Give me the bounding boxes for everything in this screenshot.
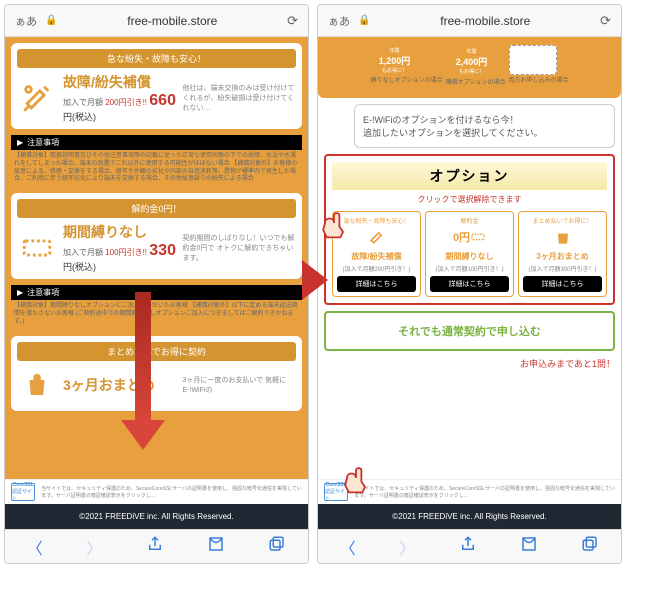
browser-bar: ぁあ 🔒 free-mobile.store ⟳ [318, 5, 621, 37]
card-header: 急な紛失・故障も安心！ [17, 49, 296, 68]
lock-icon: 🔒 [358, 15, 370, 26]
detail-button[interactable]: 詳細はこちら [523, 276, 602, 292]
opt-title: 期間縛りなし [430, 251, 509, 262]
opt-sub: (加入で月額300円引き！) [523, 264, 602, 273]
strike: 200円引き!! [105, 98, 147, 107]
opt-sub: (加入で月額200円引き！) [337, 264, 416, 273]
back-icon[interactable]: 〈 [340, 535, 356, 559]
option-card-nolock[interactable]: 解約金 0円 期間縛りなし (加入で月額100円引き！) 詳細はこちら [425, 211, 514, 297]
ticket-icon [470, 229, 486, 245]
ticket-icon [17, 228, 57, 268]
notice-header: ▶注意事項 [11, 285, 302, 300]
card-desc: 契約期間のしばりなし！いつでも解約金0円で オトクに解約できちゃいます。 [183, 233, 297, 263]
price-box: 年間2,400円もお得に！ [445, 45, 497, 77]
option-subtitle: クリックで選択解除できます [332, 194, 607, 205]
card-desc: 他社は、端末交換のみは受け付けてくれるが、紛失破損は受け付けてくれない… [183, 83, 297, 113]
ssl-logo: CoreSSL認証サイト [11, 483, 35, 501]
strike: 100円引き!! [105, 248, 147, 257]
page-content: 急な紛失・故障も安心！ 故障/紛失補償 加入で月額 200円引き!! 660 円(… [5, 37, 308, 479]
notice-body: 【補償対象】取扱説明書及びその他注意事項等の記載に従った正常な使用状態の下での故… [11, 150, 302, 187]
tag: 解約金 [430, 216, 509, 225]
card-header: まとめ払いでお得に契約 [17, 342, 296, 361]
price: 330 [149, 242, 176, 259]
back-icon[interactable]: 〈 [27, 535, 43, 559]
safari-nav: 〈 〉 [5, 529, 308, 563]
trio-label: 補償オプションの場合 [445, 77, 505, 86]
ssl-text: 当サイトでは、セキュリティ保護のため、SecureCoreSSLサーバの証明書を… [41, 485, 302, 499]
unit: 円(税込) [63, 112, 96, 122]
text-size-control[interactable]: ぁあ [15, 13, 37, 29]
tag: まとめ払いでお得に！ [523, 216, 602, 225]
opt-title: 3ヶ月おまとめ [523, 251, 602, 262]
pointer-hand-icon [338, 460, 374, 496]
footer: ©2021 FREEDiVE inc. All Rights Reserved. [5, 504, 308, 529]
proceed-normal-button[interactable]: それでも通常契約で申し込む [324, 311, 615, 351]
unit: 円(税込) [63, 262, 96, 272]
opt-title: 故障/紛失補償 [337, 251, 416, 262]
reload-icon[interactable]: ⟳ [287, 13, 298, 29]
sub-label: 加入で月額 [63, 98, 103, 107]
text-size-control[interactable]: ぁあ [328, 13, 350, 29]
ssl-bar: CoreSSL認証サイト 当サイトでは、セキュリティ保護のため、SecureCo… [5, 479, 308, 504]
warning-text: お申込みまであと1問！ [324, 357, 615, 370]
tabs-icon[interactable] [581, 535, 599, 558]
notice-header: ▶注意事項 [11, 135, 302, 150]
bag-icon [523, 225, 602, 249]
tools-icon [17, 78, 57, 118]
footer: ©2021 FREEDiVE inc. All Rights Reserved. [318, 504, 621, 529]
url[interactable]: free-mobile.store [378, 14, 592, 28]
card-desc: 3ヶ月に一度のお支払いで 気軽にE-!WiFiの [183, 375, 297, 395]
safari-nav: 〈 〉 [318, 529, 621, 563]
share-icon[interactable] [146, 535, 164, 558]
card-title: 故障/紛失補償 [63, 72, 177, 92]
share-icon[interactable] [459, 535, 477, 558]
trio-label: 縛りなしオプションの場合 [370, 75, 442, 84]
price: 660 [149, 92, 176, 109]
speech-bubble: E-!WiFiのオプションを付けるなら今！ 追加したいオプションを選択してくださ… [354, 104, 615, 148]
url[interactable]: free-mobile.store [65, 14, 279, 28]
opt-sub: (加入で月額100円引き！) [430, 264, 509, 273]
option-title: オプション [332, 162, 607, 190]
browser-bar: ぁあ 🔒 free-mobile.store ⟳ [5, 5, 308, 37]
forward-icon[interactable]: 〉 [399, 535, 415, 559]
reload-icon[interactable]: ⟳ [600, 13, 611, 29]
zero-yen: 0円 [453, 229, 470, 245]
sub-label: 加入で月額 [63, 248, 103, 257]
option-section: オプション クリックで選択解除できます 急な紛失・故障も安心！ 故障/紛失補償 … [324, 154, 615, 305]
detail-button[interactable]: 詳細はこちら [430, 276, 509, 292]
trio-label: 両方お申し込みの場合 [509, 75, 569, 84]
forward-icon[interactable]: 〉 [86, 535, 102, 559]
price-box: 年間1,200円もお得に！ [370, 45, 418, 75]
lock-icon: 🔒 [45, 15, 57, 26]
phone-left: ぁあ 🔒 free-mobile.store ⟳ 急な紛失・故障も安心！ 故障/… [4, 4, 309, 564]
page-content: 年間1,200円もお得に！縛りなしオプションの場合 年間2,400円もお得に！補… [318, 37, 621, 479]
price-box [509, 45, 557, 75]
card-title: 3ヶ月おまとめ [63, 375, 177, 395]
notice-body: 【補償対象】期間縛りなしオプションにご加入いただいたお客様 【補償対象外】以下に… [11, 300, 302, 329]
pointer-hand-icon [316, 205, 352, 241]
option-card-bundle[interactable]: まとめ払いでお得に！ 3ヶ月おまとめ (加入で月額300円引き！) 詳細はこちら [518, 211, 607, 297]
ssl-text: 当サイトでは、セキュリティ保護のため、SecureCoreSSLサーバの証明書を… [354, 485, 615, 499]
bookmarks-icon[interactable] [207, 535, 225, 558]
bag-icon [17, 365, 57, 405]
bookmarks-icon[interactable] [520, 535, 538, 558]
tabs-icon[interactable] [268, 535, 286, 558]
detail-button[interactable]: 詳細はこちら [337, 276, 416, 292]
card-header: 解約金0円！ [17, 199, 296, 218]
card-title: 期間縛りなし [63, 222, 177, 242]
